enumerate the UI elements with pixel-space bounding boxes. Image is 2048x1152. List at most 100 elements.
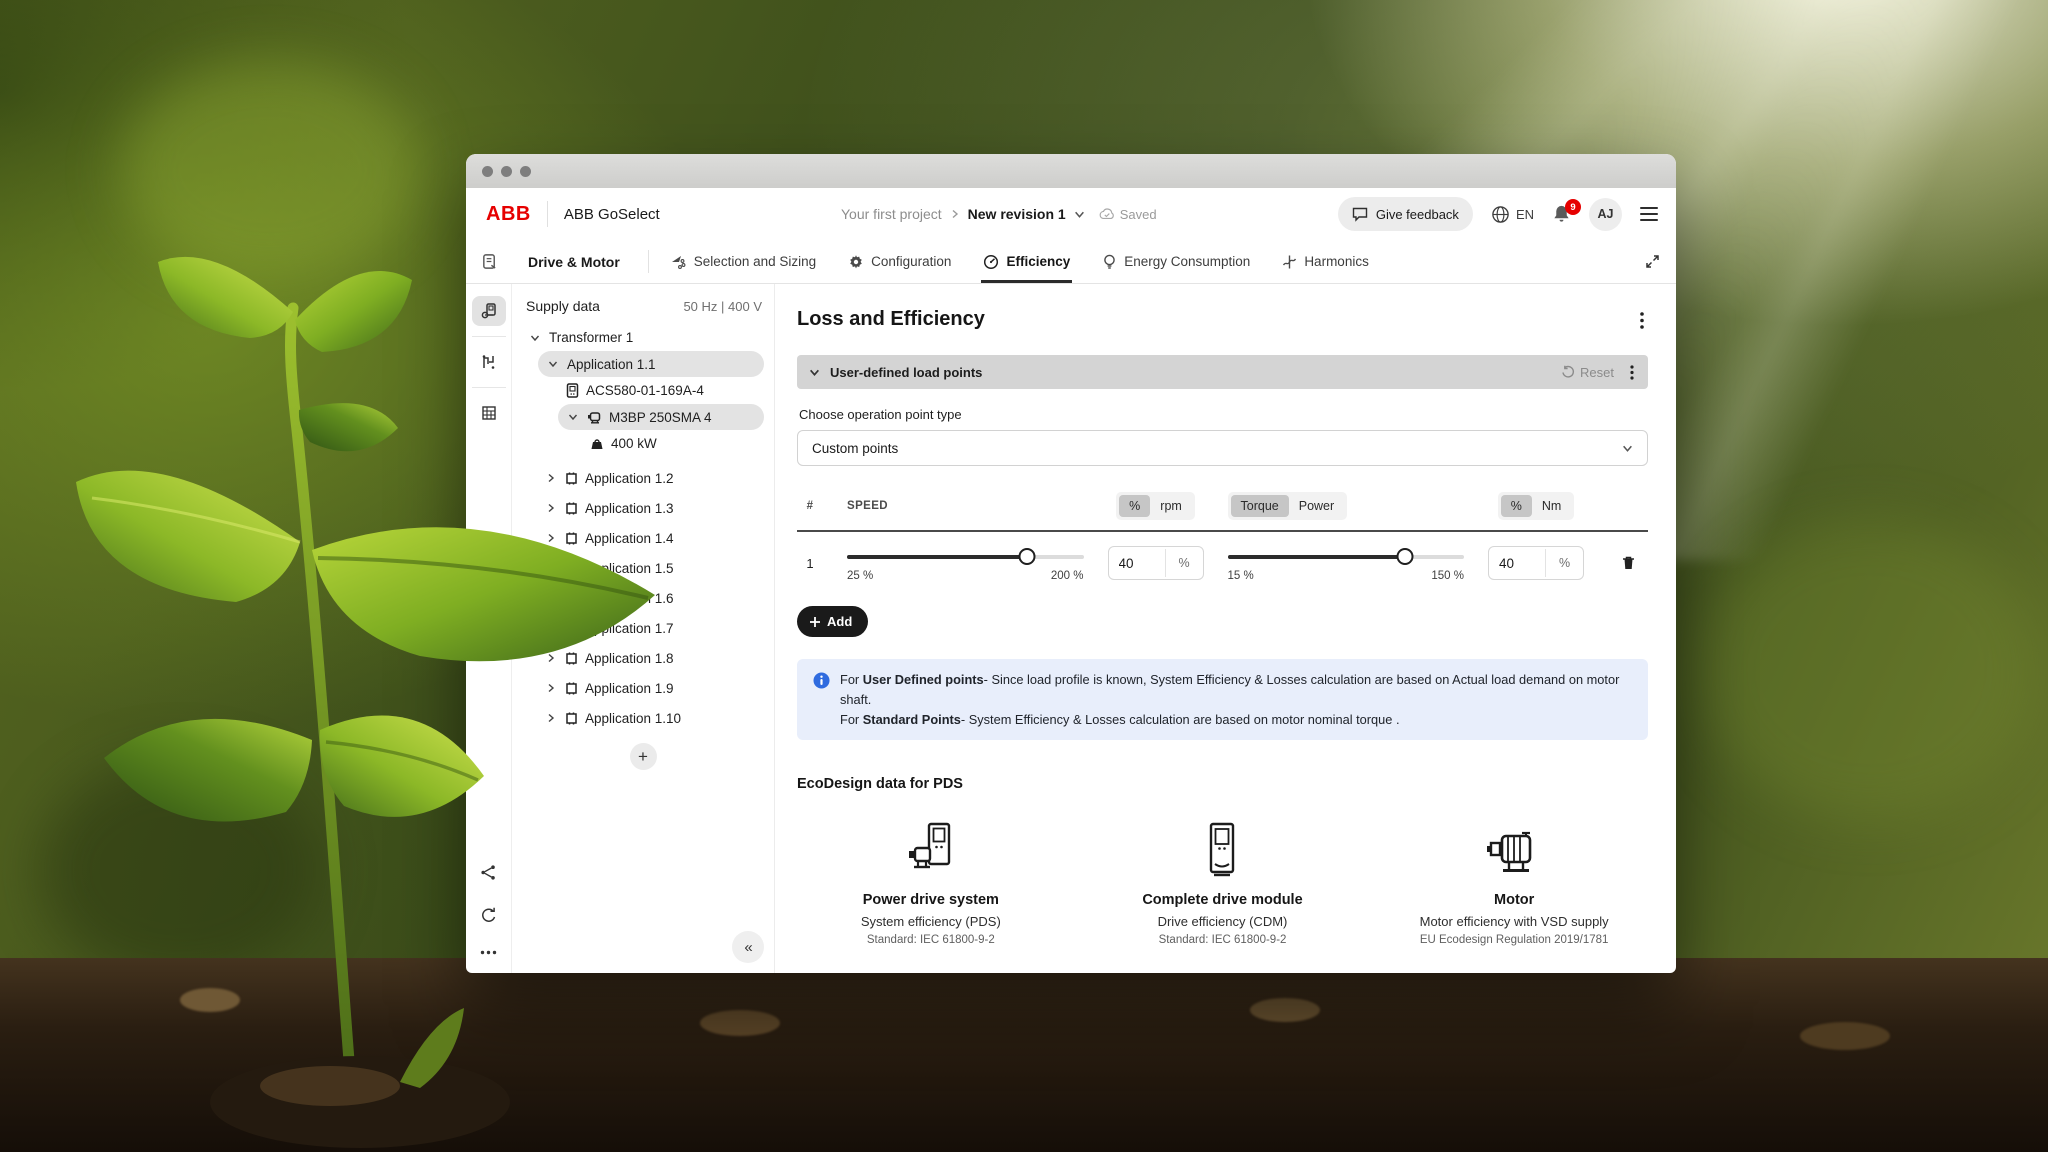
operation-point-type-select[interactable]: Custom points	[797, 430, 1648, 466]
accordion-options-button[interactable]	[1626, 361, 1638, 384]
chevron-right-icon	[546, 563, 556, 573]
torque-unit-percent[interactable]: %	[1501, 495, 1532, 517]
menu-button[interactable]	[1640, 207, 1658, 221]
tree-item-label: Application 1.10	[585, 711, 681, 726]
page-title: Loss and Efficiency	[797, 308, 985, 331]
torque-value-input[interactable]	[1489, 556, 1545, 571]
plus-icon	[809, 616, 821, 628]
rail-bottom-actions	[480, 864, 497, 955]
slider-handle[interactable]	[1396, 548, 1413, 565]
point-row-1: 1 25 % 200 % %	[797, 532, 1648, 584]
tree-item-load[interactable]: 400 kW	[512, 430, 774, 457]
tree-item-application-1-10[interactable]: Application 1.10	[512, 703, 774, 733]
chevron-right-icon	[546, 593, 556, 603]
tree-item-application-1-4[interactable]: Application 1.4	[512, 523, 774, 553]
ecodesign-title: EcoDesign data for PDS	[797, 776, 1648, 792]
application-icon	[565, 472, 578, 485]
rail-drive-motor-button[interactable]	[472, 296, 506, 326]
tree-item-application-1-2[interactable]: Application 1.2	[512, 463, 774, 493]
tree-item-label: Application 1.4	[585, 531, 674, 546]
add-application-button[interactable]: +	[630, 743, 657, 770]
window-close-button[interactable]	[482, 166, 493, 177]
give-feedback-button[interactable]: Give feedback	[1338, 197, 1473, 231]
tab-harmonics[interactable]: Harmonics	[1266, 240, 1385, 283]
speed-value-input[interactable]	[1109, 556, 1165, 571]
mode-toggle: Torque Power	[1228, 492, 1348, 520]
card-title: Motor	[1380, 892, 1648, 908]
tab-efficiency[interactable]: Efficiency	[967, 240, 1086, 283]
notifications-button[interactable]: 9	[1552, 204, 1571, 224]
speed-unit-percent[interactable]: %	[1119, 495, 1150, 517]
info-text: For	[840, 672, 863, 687]
project-notes-icon[interactable]	[466, 240, 512, 283]
app-title: ABB GoSelect	[564, 206, 660, 223]
motor-vsd-icon	[1485, 828, 1543, 880]
breadcrumb-revision[interactable]: New revision 1	[968, 206, 1066, 222]
tab-label: Energy Consumption	[1124, 254, 1250, 269]
avatar[interactable]: AJ	[1589, 198, 1622, 231]
window-titlebar[interactable]	[466, 154, 1676, 188]
language-selector[interactable]: EN	[1491, 205, 1534, 224]
tab-drive-and-motor[interactable]: Drive & Motor	[512, 240, 642, 283]
refresh-icon[interactable]	[480, 907, 497, 924]
tab-bar: Drive & Motor Selection and Sizing Confi…	[466, 240, 1676, 284]
application-icon	[565, 532, 578, 545]
chevron-down-icon	[809, 367, 820, 378]
application-icon	[565, 502, 578, 515]
expand-icon	[1645, 254, 1660, 269]
tree-item-application-1-9[interactable]: Application 1.9	[512, 673, 774, 703]
trash-icon	[1621, 555, 1636, 571]
torque-slider: 15 % 150 %	[1228, 546, 1465, 580]
application-icon	[565, 652, 578, 665]
chevron-down-icon[interactable]	[1074, 209, 1085, 220]
supply-data-row[interactable]: Supply data 50 Hz | 400 V	[512, 294, 774, 324]
tab-label: Harmonics	[1304, 254, 1369, 269]
tab-label: Drive & Motor	[528, 254, 620, 270]
mode-torque[interactable]: Torque	[1231, 495, 1289, 517]
tree-item-application-1-5[interactable]: Application 1.5	[512, 553, 774, 583]
card-standard: Standard: IEC 61800-9-2	[1089, 934, 1357, 946]
page-options-button[interactable]	[1636, 308, 1648, 333]
application-icon	[565, 592, 578, 605]
user-defined-load-points-accordion[interactable]: User-defined load points Reset	[797, 355, 1648, 389]
column-number: #	[797, 500, 823, 512]
mode-power[interactable]: Power	[1289, 495, 1344, 517]
card-complete-drive-module: Complete drive module Drive efficiency (…	[1089, 818, 1357, 946]
soil-clump	[1250, 998, 1320, 1022]
tree-item-application-1-1[interactable]: Application 1.1	[538, 351, 764, 377]
torque-unit-nm[interactable]: Nm	[1532, 495, 1571, 517]
reset-button[interactable]: Reset	[1561, 365, 1614, 380]
harmonics-icon	[1282, 254, 1297, 270]
tab-selection-and-sizing[interactable]: Selection and Sizing	[655, 240, 832, 283]
rail-cabling-button[interactable]	[472, 347, 506, 377]
more-options-icon[interactable]	[480, 950, 497, 955]
tree-item-application-1-6[interactable]: Application 1.6	[512, 583, 774, 613]
tree-item-application-1-7[interactable]: Application 1.7	[512, 613, 774, 643]
tab-energy-consumption[interactable]: Energy Consumption	[1086, 240, 1266, 283]
main-content: Loss and Efficiency User-defined load po…	[775, 284, 1676, 973]
info-text-bold: User Defined points	[863, 672, 984, 687]
tree-item-transformer[interactable]: Transformer 1	[512, 324, 774, 351]
fullscreen-button[interactable]	[1645, 240, 1676, 283]
tree-item-label: 400 kW	[611, 436, 657, 451]
breadcrumb-project[interactable]: Your first project	[841, 206, 942, 222]
window-zoom-button[interactable]	[520, 166, 531, 177]
tree-item-motor[interactable]: M3BP 250SMA 4	[558, 404, 764, 430]
speed-unit-rpm[interactable]: rpm	[1150, 495, 1192, 517]
tree-item-application-1-8[interactable]: Application 1.8	[512, 643, 774, 673]
tree-item-label: Transformer 1	[549, 330, 633, 345]
delete-row-button[interactable]	[1617, 551, 1640, 575]
slider-fill	[847, 555, 1027, 559]
chevron-right-icon	[546, 503, 556, 513]
share-icon[interactable]	[480, 864, 497, 881]
chevron-right-icon	[546, 653, 556, 663]
slider-handle[interactable]	[1018, 548, 1035, 565]
tree-item-application-1-3[interactable]: Application 1.3	[512, 493, 774, 523]
tab-label: Configuration	[871, 254, 951, 269]
rail-layout-button[interactable]	[472, 398, 506, 428]
collapse-sidebar-button[interactable]: «	[732, 931, 764, 963]
tree-item-drive[interactable]: ACS580-01-169A-4	[512, 377, 774, 404]
window-minimize-button[interactable]	[501, 166, 512, 177]
add-point-button[interactable]: Add	[797, 606, 868, 637]
tab-configuration[interactable]: Configuration	[832, 240, 967, 283]
